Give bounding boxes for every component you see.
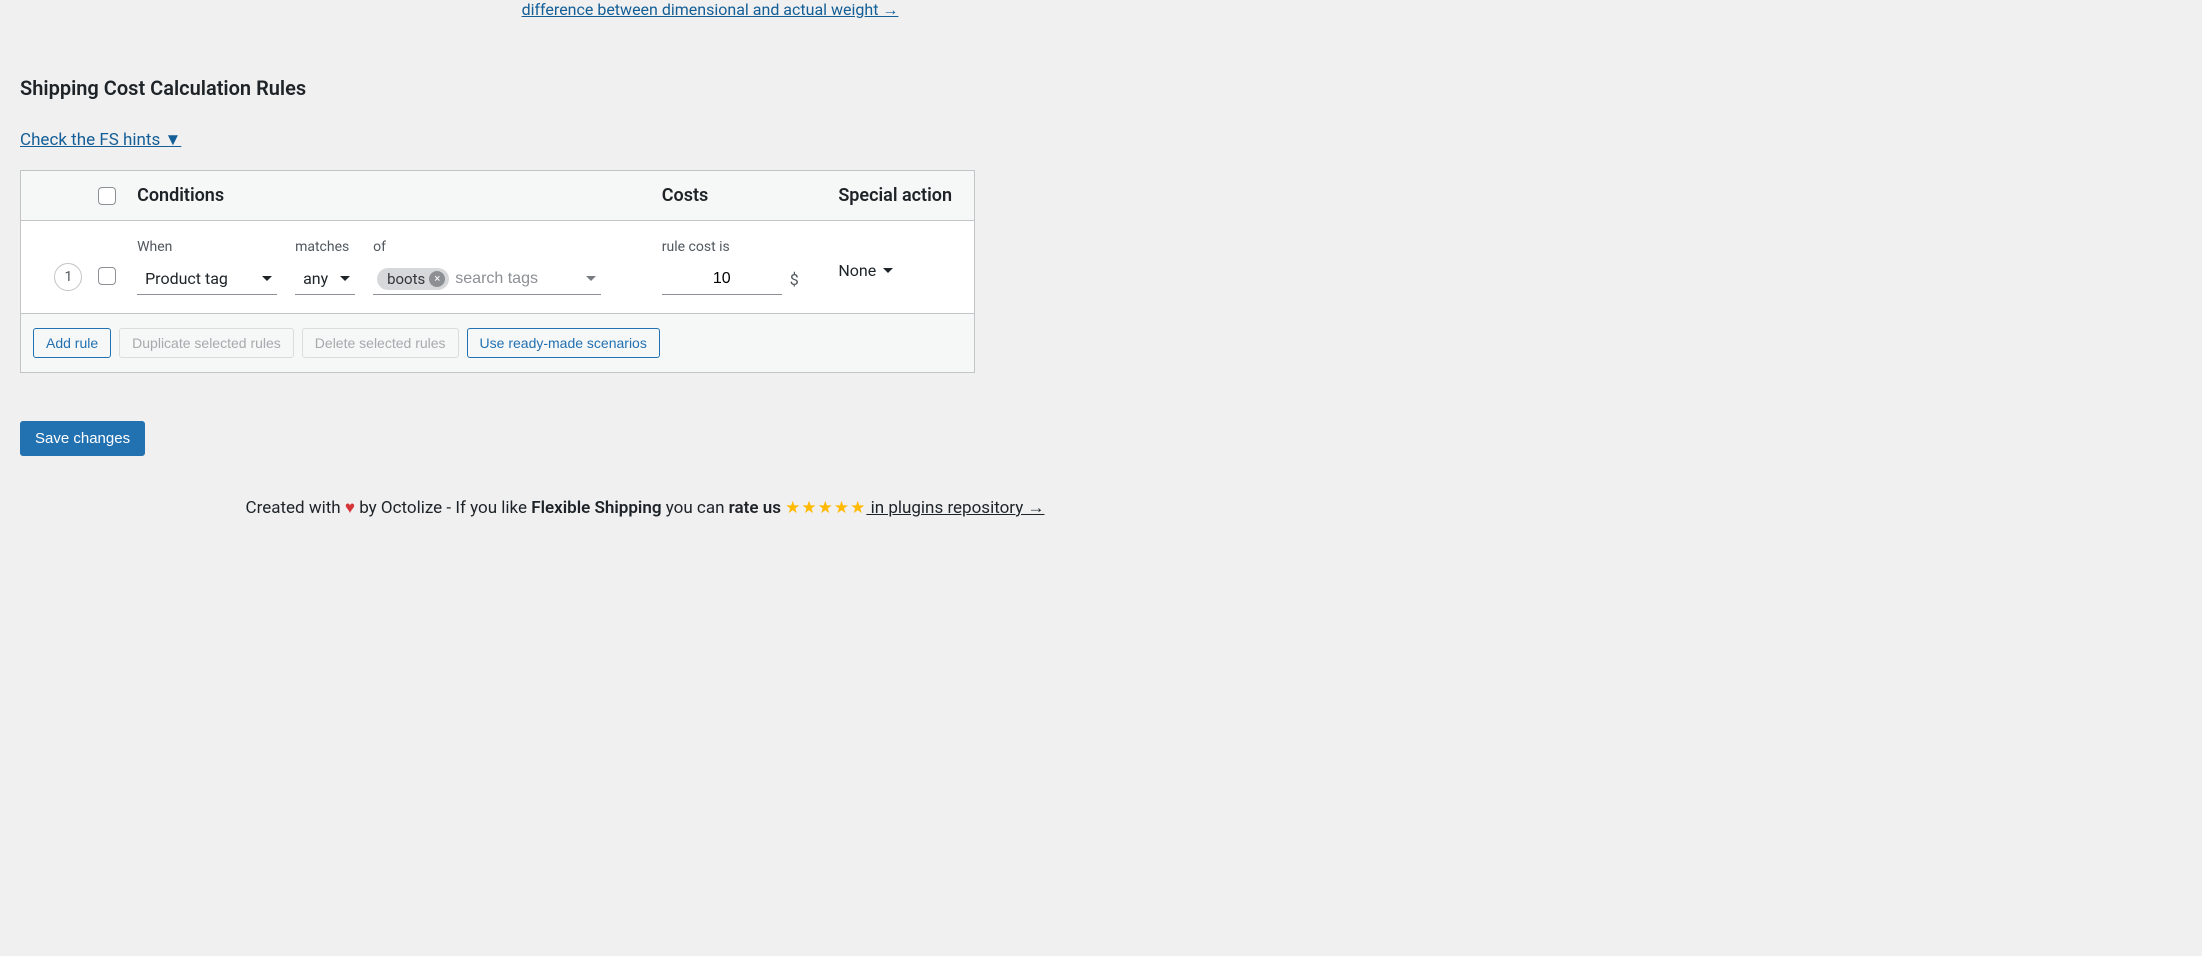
tag-chip-label: boots bbox=[387, 270, 425, 288]
select-all-checkbox[interactable] bbox=[98, 187, 116, 205]
caret-down-icon bbox=[882, 267, 894, 275]
of-field-group: of boots × bbox=[373, 239, 601, 295]
caret-down-icon bbox=[585, 275, 597, 283]
footer-rate: rate us bbox=[729, 498, 786, 518]
header-special: Special action bbox=[838, 185, 956, 206]
tags-search-input[interactable] bbox=[455, 270, 662, 288]
when-select-value: Product tag bbox=[145, 269, 228, 288]
matches-select-value: any bbox=[303, 269, 328, 288]
cost-field: $ bbox=[662, 263, 839, 295]
when-field-group: When Product tag bbox=[137, 239, 277, 295]
caret-down-icon bbox=[339, 275, 351, 283]
use-scenarios-button[interactable]: Use ready-made scenarios bbox=[467, 328, 660, 358]
footer-product-name: Flexible Shipping bbox=[531, 498, 661, 518]
of-label: of bbox=[373, 239, 601, 255]
cost-input[interactable] bbox=[662, 263, 782, 295]
section-title: Shipping Cost Calculation Rules bbox=[20, 76, 2182, 100]
special-action-select[interactable]: None bbox=[838, 261, 894, 280]
stars-icon: ★★★★★ bbox=[785, 498, 866, 518]
row-number-badge: 1 bbox=[54, 263, 82, 291]
special-action-value: None bbox=[838, 261, 876, 280]
footer-text-2: by Octolize - If you like bbox=[355, 498, 531, 518]
tag-remove-icon[interactable]: × bbox=[429, 271, 445, 287]
fs-hints-link[interactable]: Check the FS hints ▼ bbox=[20, 130, 181, 150]
dimensional-weight-link[interactable]: difference between dimensional and actua… bbox=[522, 0, 899, 19]
header-costs: Costs bbox=[662, 185, 839, 206]
tag-chip: boots × bbox=[377, 268, 449, 290]
footer-text-3: you can bbox=[662, 498, 729, 518]
delete-rules-button[interactable]: Delete selected rules bbox=[302, 328, 459, 358]
tags-field[interactable]: boots × bbox=[373, 263, 601, 295]
rules-table: Conditions Costs Special action 1 When P… bbox=[20, 170, 975, 373]
row-conditions: When Product tag matches any bbox=[137, 239, 662, 295]
footer-text-1: Created with bbox=[246, 498, 345, 518]
row-checkbox[interactable] bbox=[98, 267, 116, 285]
when-label: When bbox=[137, 239, 277, 255]
row-costs: rule cost is $ bbox=[662, 239, 839, 295]
footer-credit: Created with ♥ by Octolize - If you like… bbox=[20, 498, 1270, 518]
plugins-repository-link[interactable]: in plugins repository → bbox=[866, 498, 1044, 518]
caret-down-icon bbox=[261, 275, 273, 283]
when-select[interactable]: Product tag bbox=[137, 263, 277, 295]
header-conditions: Conditions bbox=[137, 185, 662, 206]
heart-icon: ♥ bbox=[345, 498, 355, 518]
save-changes-button[interactable]: Save changes bbox=[20, 421, 145, 456]
table-header-row: Conditions Costs Special action bbox=[21, 171, 974, 221]
matches-select[interactable]: any bbox=[295, 263, 355, 295]
duplicate-rules-button[interactable]: Duplicate selected rules bbox=[119, 328, 294, 358]
currency-symbol: $ bbox=[790, 270, 799, 289]
matches-label: matches bbox=[295, 239, 355, 255]
header-checkbox-cell bbox=[98, 187, 137, 205]
cost-label: rule cost is bbox=[662, 239, 839, 255]
table-footer: Add rule Duplicate selected rules Delete… bbox=[21, 313, 974, 372]
top-help-link-partial: difference between dimensional and actua… bbox=[360, 0, 1060, 28]
row-handle: 1 bbox=[39, 239, 98, 291]
table-row: 1 When Product tag matches any bbox=[21, 221, 974, 313]
row-special: None bbox=[838, 261, 956, 280]
matches-field-group: matches any bbox=[295, 239, 355, 295]
row-checkbox-cell bbox=[98, 267, 137, 285]
add-rule-button[interactable]: Add rule bbox=[33, 328, 111, 358]
